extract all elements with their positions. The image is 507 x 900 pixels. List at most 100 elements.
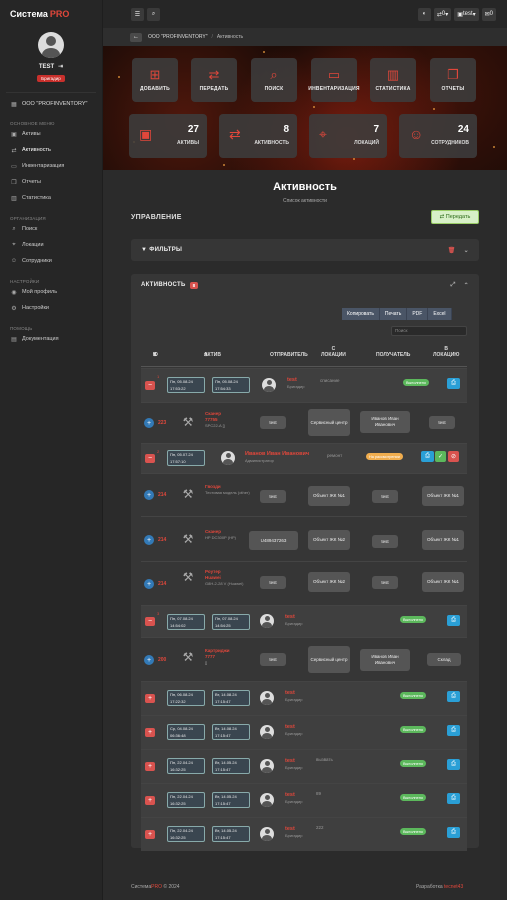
quick-statistics-button[interactable]: ▥ СТАТИСТИКА <box>370 58 416 102</box>
developer-brand[interactable]: tecnet43 <box>444 884 463 890</box>
expand-row-button[interactable]: + <box>145 694 155 703</box>
sender-pill[interactable]: test <box>260 490 286 503</box>
stat-card-assets[interactable]: ▣ 27 АКТИВЫ <box>129 114 207 158</box>
from-location-pill[interactable]: Сервисный центр <box>308 646 350 673</box>
expand-row-button[interactable]: − <box>145 617 155 626</box>
asset-id[interactable]: 200 <box>158 657 166 663</box>
from-location-pill[interactable]: Объект ЖК №2 <box>308 572 350 592</box>
copy-button[interactable]: Копировать <box>342 308 380 320</box>
info-icon[interactable]: + <box>144 490 154 500</box>
sidebar-item-inventory[interactable]: ▭ Инвентаризация <box>0 158 102 174</box>
receiver-pill[interactable]: Иванов Иван Иванович <box>360 649 410 671</box>
user-info[interactable]: test Бригадир <box>285 825 302 839</box>
trash-icon[interactable]: 🗑 <box>448 247 456 254</box>
print-icon[interactable]: ⎙ <box>447 725 460 736</box>
sender-pill[interactable]: test <box>260 576 286 589</box>
sidebar-item-docs[interactable]: ▤ Документация <box>0 331 102 347</box>
from-location-pill[interactable]: Объект ЖК №2 <box>308 530 350 550</box>
print-icon[interactable]: ⎙ <box>447 691 460 702</box>
quick-search-button[interactable]: ⌕ ПОИСК <box>251 58 297 102</box>
stat-card-employees[interactable]: ☺ 24 СОТРУДНИКОВ <box>399 114 477 158</box>
excel-button[interactable]: Excel <box>428 308 452 320</box>
expand-row-button[interactable]: + <box>145 796 155 805</box>
sidebar-item-reports[interactable]: ❐ Отчеты <box>0 174 102 190</box>
sidebar-item-search[interactable]: ⌕ Поиск <box>0 221 102 237</box>
print-icon[interactable]: ⎙ <box>447 378 460 389</box>
sender-pill[interactable]: test <box>260 653 286 666</box>
sidebar-item-settings[interactable]: ⚙ Настройки <box>0 300 102 316</box>
logout-icon[interactable]: ⇥ <box>58 64 63 70</box>
table-search-input[interactable]: Поиск <box>391 326 467 336</box>
info-icon[interactable]: + <box>144 579 154 589</box>
asset-info[interactable]: Гвозди Тестовая модель (other) <box>205 484 250 496</box>
expand-row-button[interactable]: − <box>145 381 155 390</box>
pdf-button[interactable]: PDF <box>407 308 429 320</box>
user-info[interactable]: test Бригадир <box>285 791 302 805</box>
user-info[interactable]: test Бригадир <box>287 376 304 390</box>
asset-id[interactable]: 214 <box>158 537 166 543</box>
sender-pill[interactable]: test <box>260 416 286 429</box>
search-button[interactable]: ⌕ <box>147 7 160 21</box>
user-info[interactable]: test Бригадир <box>285 689 302 703</box>
sidebar-item-activity[interactable]: ⇄ Активность <box>0 142 102 158</box>
chevron-down-icon[interactable]: ⌄ <box>464 247 469 254</box>
expand-icon[interactable]: ⤢ <box>451 282 456 289</box>
print-icon[interactable]: ⎙ <box>421 451 434 462</box>
asset-info[interactable]: Роутер Huawei G8H-2-28 V (Huawei) <box>205 569 243 587</box>
quick-transfer-button[interactable]: ⇄ ПЕРЕДАТЬ <box>191 58 237 102</box>
chevron-up-icon[interactable]: ⌃ <box>464 282 469 289</box>
user-info[interactable]: Иванов Иван Иванович Администратор <box>245 450 309 464</box>
print-button[interactable]: Печать <box>379 308 408 320</box>
receiver-pill[interactable]: test <box>372 490 398 503</box>
transfer-button[interactable]: ⇄ Передать <box>431 210 479 224</box>
user-avatar[interactable] <box>38 32 64 58</box>
sidebar-item-assets[interactable]: ▣ Активы <box>0 126 102 142</box>
menu-toggle-button[interactable]: ☰ <box>131 7 144 21</box>
info-icon[interactable]: + <box>144 418 154 428</box>
print-icon[interactable]: ⎙ <box>447 827 460 838</box>
sidebar-item-statistics[interactable]: ▥ Статистика <box>0 190 102 206</box>
expand-row-button[interactable]: + <box>145 728 155 737</box>
receiver-pill[interactable]: Иванов Иван Иванович <box>360 411 410 433</box>
theme-toggle-button[interactable]: ◐ <box>417 7 431 21</box>
stat-card-locations[interactable]: ⌖ 7 ЛОКАЦИЙ <box>309 114 387 158</box>
messages-button[interactable]: ✉ 0 <box>481 7 496 21</box>
expand-row-button[interactable]: + <box>145 762 155 771</box>
expand-row-button[interactable]: − <box>145 454 155 463</box>
to-location-pill[interactable]: Объект ЖК №1 <box>422 530 464 550</box>
print-icon[interactable]: ⎙ <box>447 759 460 770</box>
to-location-pill[interactable]: test <box>429 416 455 429</box>
to-location-pill[interactable]: Объект ЖК №1 <box>422 486 464 506</box>
to-location-pill[interactable]: Склад <box>427 653 461 666</box>
print-icon[interactable]: ⎙ <box>447 615 460 626</box>
user-dropdown[interactable]: ▣ test ▾ <box>454 7 479 21</box>
sidebar-item-profile[interactable]: ◉ Мой профиль <box>0 284 102 300</box>
from-location-pill[interactable]: Сервисный центр <box>308 409 350 436</box>
asset-info[interactable]: Сканер 77755 SPC22-A [] <box>205 411 225 429</box>
user-info[interactable]: test Бригадир <box>285 613 302 627</box>
user-info[interactable]: test Бригадир <box>285 757 302 771</box>
user-info[interactable]: test Бригадир <box>285 723 302 737</box>
filters-panel[interactable]: ▼ ФИЛЬТРЫ 🗑 ⌄ <box>131 239 479 261</box>
breadcrumb-org[interactable]: ООО "PROFINVENTORY" <box>148 34 208 40</box>
col-asset[interactable]: АКТИВ ⇅ <box>181 352 231 358</box>
back-button[interactable]: ← <box>130 32 142 42</box>
quick-inventory-button[interactable]: ▭ ИНВЕНТАРИЗАЦИЯ <box>308 58 360 102</box>
stat-card-activity[interactable]: ⇄ 8 АКТИВНОСТЬ <box>219 114 297 158</box>
sidebar-item-employees[interactable]: ☺ Сотрудники <box>0 253 102 269</box>
sender-pill[interactable]: U489437263 <box>249 531 298 550</box>
print-icon[interactable]: ⎙ <box>447 793 460 804</box>
from-location-pill[interactable]: Объект ЖК №1 <box>308 486 350 506</box>
quick-reports-button[interactable]: ❐ ОТЧЕТЫ <box>430 58 476 102</box>
info-icon[interactable]: + <box>144 535 154 545</box>
info-icon[interactable]: + <box>144 655 154 665</box>
asset-id[interactable]: 214 <box>158 492 166 498</box>
col-id[interactable]: ID ⇅ <box>145 352 165 358</box>
transfers-dropdown[interactable]: ⇄ 0 ▾ <box>433 7 452 21</box>
sidebar-item-locations[interactable]: ⌖ Локации <box>0 237 102 253</box>
asset-info[interactable]: Картриджи 7777[] <box>205 648 230 666</box>
approve-button[interactable]: ✓ <box>435 451 446 462</box>
receiver-pill[interactable]: test <box>372 576 398 589</box>
asset-info[interactable]: Сканер HP DC300P (HP) <box>205 529 236 541</box>
to-location-pill[interactable]: Объект ЖК №1 <box>422 572 464 592</box>
